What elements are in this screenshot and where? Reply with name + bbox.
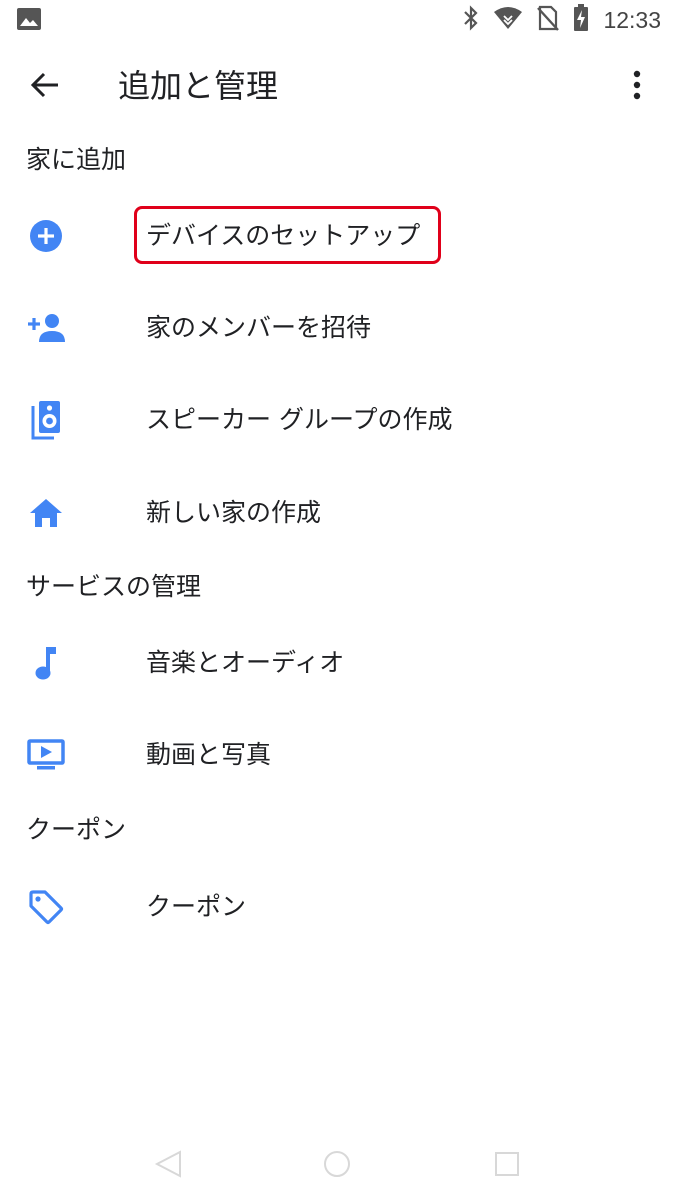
add-circle-icon bbox=[26, 216, 66, 256]
nav-back-icon bbox=[153, 1149, 183, 1183]
nav-recents-button[interactable] bbox=[487, 1146, 527, 1186]
navigation-bar bbox=[0, 1130, 675, 1200]
wifi-icon bbox=[493, 6, 523, 34]
nav-recents-icon bbox=[492, 1149, 522, 1183]
battery-charging-icon bbox=[573, 4, 589, 36]
list-item-label: デバイスのセットアップ bbox=[146, 221, 421, 250]
list-item-label: クーポン bbox=[146, 892, 247, 921]
list-item-label: 新しい家の作成 bbox=[146, 498, 322, 527]
list-item-music-audio[interactable]: 音楽とオーディオ bbox=[0, 623, 675, 703]
arrow-back-icon bbox=[30, 72, 60, 102]
status-time: 12:33 bbox=[603, 6, 661, 33]
gallery-icon bbox=[16, 7, 42, 31]
section-header-add-to-home: 家に追加 bbox=[26, 145, 127, 174]
bluetooth-icon bbox=[463, 5, 479, 35]
nav-home-button[interactable] bbox=[317, 1146, 357, 1186]
status-bar: 12:33 bbox=[0, 0, 675, 40]
list-item-device-setup[interactable]: デバイスのセットアップ bbox=[0, 196, 675, 276]
list-item-label: 動画と写真 bbox=[146, 740, 272, 769]
list-item-coupons[interactable]: クーポン bbox=[0, 867, 675, 947]
more-options-button[interactable] bbox=[617, 62, 657, 112]
person-add-icon bbox=[26, 308, 66, 348]
speaker-group-icon bbox=[26, 400, 66, 440]
video-icon bbox=[26, 735, 66, 775]
nav-home-icon bbox=[322, 1149, 352, 1183]
nav-back-button[interactable] bbox=[148, 1146, 188, 1186]
list-item-label: 家のメンバーを招待 bbox=[146, 313, 372, 342]
more-vert-icon bbox=[633, 70, 641, 104]
home-icon bbox=[26, 493, 66, 533]
section-header-manage-services: サービスの管理 bbox=[26, 572, 202, 601]
list-item-invite-member[interactable]: 家のメンバーを招待 bbox=[0, 288, 675, 368]
page-title: 追加と管理 bbox=[118, 67, 279, 105]
list-item-label: 音楽とオーディオ bbox=[146, 648, 345, 677]
section-header-coupons: クーポン bbox=[26, 815, 127, 844]
list-item-speaker-group[interactable]: スピーカー グループの作成 bbox=[0, 380, 675, 460]
list-item-label: スピーカー グループの作成 bbox=[146, 405, 453, 434]
list-item-video-photos[interactable]: 動画と写真 bbox=[0, 715, 675, 795]
no-sim-icon bbox=[537, 5, 560, 35]
app-bar: 追加と管理 bbox=[0, 40, 675, 132]
music-note-icon bbox=[26, 643, 66, 683]
list-item-create-home[interactable]: 新しい家の作成 bbox=[0, 473, 675, 553]
back-button[interactable] bbox=[20, 62, 70, 112]
tag-icon bbox=[26, 887, 66, 927]
